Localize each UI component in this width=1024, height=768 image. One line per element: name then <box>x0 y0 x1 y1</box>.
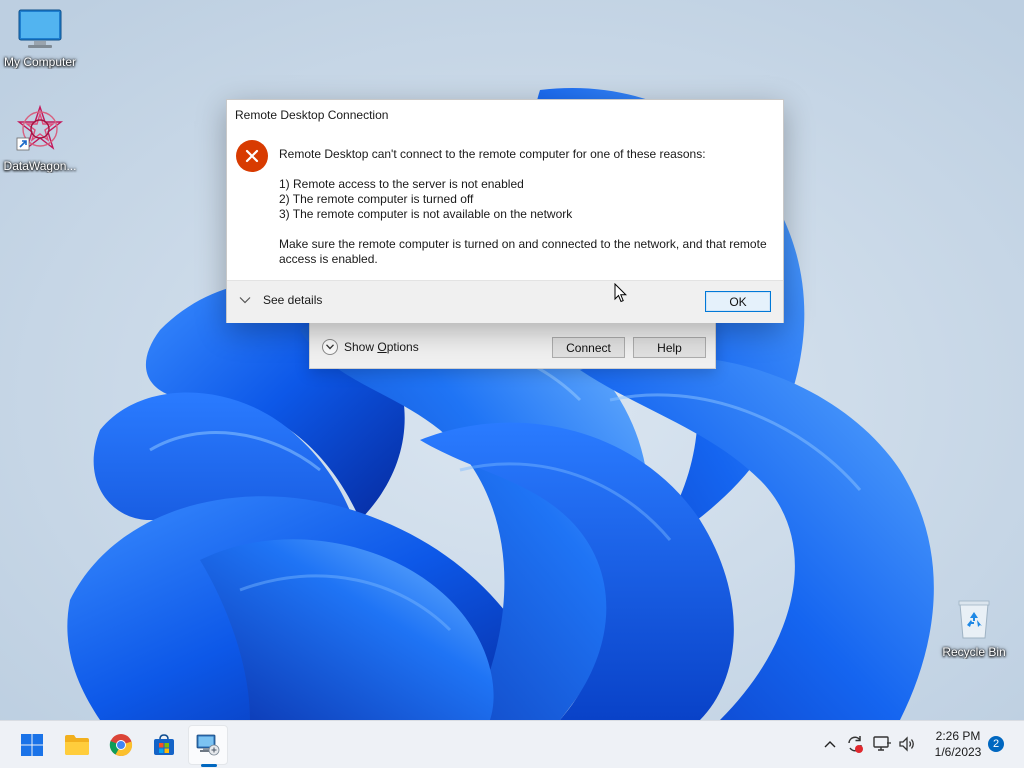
reason-item: 2) The remote computer is turned off <box>279 192 474 206</box>
volume-icon <box>899 736 914 752</box>
chevron-down-icon <box>239 297 251 304</box>
show-options-label: Show Options <box>344 340 419 354</box>
show-hidden-icons-button[interactable] <box>820 734 840 754</box>
notification-badge[interactable]: 2 <box>988 736 1004 752</box>
error-dialog: Remote Desktop Connection Remote Desktop… <box>226 99 784 323</box>
desktop-icon-label: Recycle Bin <box>942 645 1006 659</box>
see-details-label: See details <box>263 293 323 307</box>
remote-desktop-icon <box>196 734 220 756</box>
desktop-icon-my-computer[interactable]: My Computer <box>0 8 80 69</box>
desktop-icon-label: My Computer <box>3 55 77 69</box>
monitor-icon <box>18 9 62 48</box>
mouse-cursor-icon <box>614 283 628 303</box>
desktop-icon-recycle-bin[interactable]: Recycle Bin <box>934 598 1014 659</box>
taskbar <box>0 720 1024 768</box>
chrome-icon <box>109 734 133 757</box>
chevron-up-icon <box>824 741 836 748</box>
see-details-toggle[interactable]: See details <box>239 293 322 307</box>
help-button[interactable]: Help <box>633 337 706 358</box>
desktop-icon-datawagon[interactable]: DataWagon... <box>0 104 80 173</box>
chevron-down-icon <box>322 339 338 355</box>
datawagon-shortcut-icon <box>16 104 64 151</box>
ok-button[interactable]: OK <box>705 291 771 312</box>
taskbar-clock[interactable]: 2:26 PM 1/6/2023 <box>926 728 990 760</box>
network-icon <box>873 736 891 751</box>
clock-date: 1/6/2023 <box>934 745 982 759</box>
clock-time: 2:26 PM <box>935 729 981 743</box>
error-icon <box>236 140 268 172</box>
message-outro: Make sure the remote computer is turned … <box>279 237 767 266</box>
volume-button[interactable] <box>898 734 918 754</box>
dialog-title: Remote Desktop Connection <box>235 108 389 122</box>
sync-icon <box>848 736 863 753</box>
network-button[interactable] <box>872 734 892 754</box>
connect-button[interactable]: Connect <box>552 337 625 358</box>
microsoft-store-icon <box>154 734 174 755</box>
taskbar-microsoft-store[interactable] <box>144 725 184 765</box>
taskbar-chrome[interactable] <box>101 725 141 765</box>
start-button[interactable] <box>12 725 52 765</box>
file-explorer-icon <box>65 735 89 755</box>
taskbar-remote-desktop[interactable] <box>188 725 228 765</box>
dialog-footer: See details OK <box>227 280 783 323</box>
message-intro: Remote Desktop can't connect to the remo… <box>279 147 706 161</box>
active-app-indicator <box>201 764 217 767</box>
reason-item: 3) The remote computer is not available … <box>279 207 573 221</box>
desktop-icon-label: DataWagon... <box>3 159 77 173</box>
show-options-toggle[interactable]: Show Options <box>322 339 419 355</box>
remote-desktop-connection-window: Show Options Connect Help <box>309 318 716 369</box>
taskbar-file-explorer[interactable] <box>57 725 97 765</box>
recycle-bin-icon <box>958 600 990 639</box>
windows-start-icon <box>21 734 43 756</box>
reason-item: 1) Remote access to the server is not en… <box>279 177 524 191</box>
dialog-message: Remote Desktop can't connect to the remo… <box>279 147 775 267</box>
sync-status-button[interactable] <box>845 734 865 754</box>
